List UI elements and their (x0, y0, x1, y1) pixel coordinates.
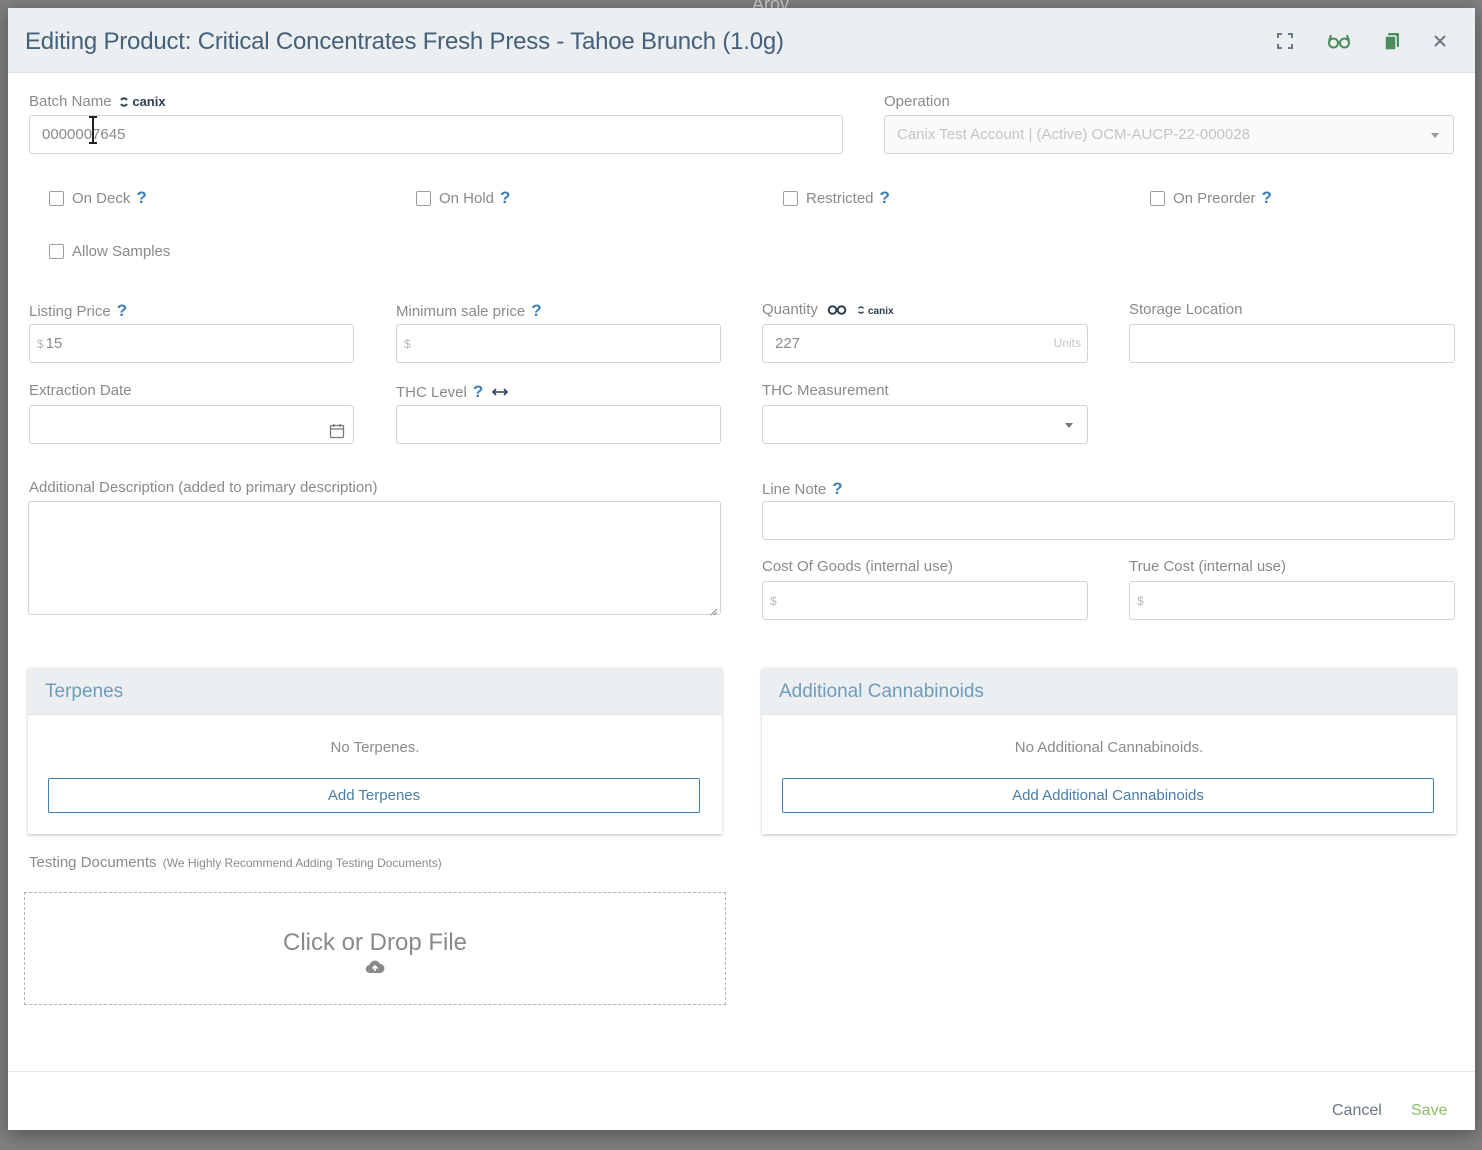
currency-prefix: $ (404, 337, 411, 351)
help-icon[interactable]: ? (880, 188, 890, 208)
checkbox-box[interactable] (49, 190, 64, 206)
on-hold-label: On Hold (439, 189, 495, 207)
terpenes-empty-text: No Terpenes. (330, 739, 420, 756)
operation-label: Operation (884, 93, 950, 110)
cancel-button[interactable]: Cancel (1332, 1102, 1382, 1120)
min-sale-price-input[interactable]: $ (396, 324, 721, 363)
currency-prefix: $ (770, 594, 777, 608)
link-icon[interactable] (827, 301, 851, 318)
help-icon[interactable]: ? (117, 301, 127, 320)
glasses-icon[interactable] (1327, 30, 1351, 52)
true-cost-label: True Cost (internal use) (1129, 558, 1287, 575)
batch-name-text: Batch Name (29, 93, 112, 110)
quantity-unit: Units (1053, 336, 1081, 350)
add-terpenes-button[interactable]: Add Terpenes (48, 778, 700, 813)
min-sale-price-label: Minimum sale price? (396, 301, 542, 321)
quantity-value: 227 (775, 335, 801, 352)
terpenes-panel: Terpenes No Terpenes. Add Terpenes (28, 668, 722, 834)
allow-samples-checkbox[interactable]: Allow Samples (49, 243, 170, 260)
operation-value: Canix Test Account | (Active) OCM-AUCP-2… (897, 126, 1250, 143)
extraction-date-input[interactable] (29, 405, 354, 444)
allow-samples-label: Allow Samples (72, 243, 171, 260)
cost-of-goods-label: Cost Of Goods (internal use) (762, 558, 953, 575)
cannabinoids-panel: Additional Cannabinoids No Additional Ca… (762, 668, 1456, 834)
copy-icon[interactable] (1381, 30, 1403, 52)
cannabinoids-title: Additional Cannabinoids (762, 668, 1456, 715)
line-note-input[interactable] (762, 501, 1455, 540)
testing-documents-label: Testing Documents (We Highly Recommend A… (29, 854, 442, 871)
on-preorder-label: On Preorder (1173, 189, 1256, 207)
quantity-text: Quantity (762, 301, 818, 318)
thc-level-input[interactable] (396, 405, 721, 444)
batch-name-input[interactable]: 0000007645 (29, 115, 843, 154)
help-icon[interactable]: ? (1262, 188, 1272, 208)
canix-logo-icon: canix (857, 306, 894, 317)
testing-documents-note: (We Highly Recommend Adding Testing Docu… (162, 856, 442, 870)
min-sale-price-text: Minimum sale price (396, 303, 526, 320)
canix-brand-text: canix (868, 306, 894, 317)
line-note-text: Line Note (762, 481, 827, 498)
file-dropzone[interactable]: Click or Drop File (24, 892, 726, 1005)
range-arrows-icon[interactable] (492, 384, 509, 401)
on-deck-label: On Deck (72, 189, 131, 207)
help-icon[interactable]: ? (473, 382, 483, 401)
batch-name-value: 0000007645 (42, 126, 126, 143)
help-icon[interactable]: ? (531, 301, 541, 320)
checkbox-box[interactable] (1150, 190, 1165, 206)
save-button[interactable]: Save (1411, 1102, 1447, 1120)
calendar-icon[interactable] (329, 416, 345, 443)
quantity-input[interactable]: 227 Units (762, 324, 1088, 363)
terpenes-title: Terpenes (28, 668, 722, 715)
thc-measurement-select[interactable] (762, 405, 1088, 444)
thc-level-text: THC Level (396, 384, 467, 401)
dropzone-text: Click or Drop File (282, 929, 468, 956)
storage-location-label: Storage Location (1129, 301, 1243, 318)
on-hold-checkbox[interactable]: On Hold ? (416, 188, 510, 208)
help-icon[interactable]: ? (136, 188, 146, 208)
modal-footer: Cancel Save (8, 1071, 1475, 1130)
restricted-checkbox[interactable]: Restricted ? (783, 188, 890, 208)
restricted-label: Restricted (806, 189, 874, 207)
additional-description-textarea[interactable] (28, 501, 721, 616)
cloud-upload-icon (365, 960, 385, 979)
thc-level-label: THC Level? (396, 382, 509, 402)
checkbox-box[interactable] (49, 244, 64, 259)
edit-product-modal: Editing Product: Critical Concentrates F… (8, 8, 1475, 1130)
listing-price-label: Listing Price? (29, 301, 127, 321)
canix-brand-text: canix (132, 94, 166, 109)
modal-title: Editing Product: Critical Concentrates F… (25, 28, 784, 55)
line-note-label: Line Note? (762, 479, 843, 499)
on-deck-checkbox[interactable]: On Deck ? (49, 188, 147, 208)
batch-name-label: Batch Name canix (29, 93, 166, 110)
quantity-label: Quantity canix (762, 301, 894, 318)
thc-measurement-label: THC Measurement (762, 382, 889, 399)
checkbox-box[interactable] (783, 190, 798, 206)
listing-price-input[interactable]: $15 (29, 324, 354, 363)
add-cannabinoids-button[interactable]: Add Additional Cannabinoids (782, 778, 1434, 813)
modal-header: Editing Product: Critical Concentrates F… (8, 8, 1475, 73)
canix-logo-icon: canix (119, 94, 166, 109)
on-preorder-checkbox[interactable]: On Preorder ? (1150, 188, 1272, 208)
additional-description-label: Additional Description (added to primary… (29, 479, 378, 496)
extraction-date-label: Extraction Date (29, 382, 132, 399)
chevron-down-icon (1065, 423, 1073, 428)
resize-handle-icon[interactable] (709, 603, 718, 616)
cannabinoids-empty-text: No Additional Cannabinoids. (1014, 739, 1204, 756)
help-icon[interactable]: ? (832, 479, 842, 498)
fullscreen-icon[interactable] (1274, 30, 1296, 52)
operation-select[interactable]: Canix Test Account | (Active) OCM-AUCP-2… (884, 115, 1454, 154)
storage-location-input[interactable] (1129, 324, 1455, 363)
true-cost-input[interactable]: $ (1129, 581, 1455, 620)
help-icon[interactable]: ? (500, 188, 510, 208)
testing-documents-text: Testing Documents (29, 854, 157, 871)
currency-prefix: $ (1137, 594, 1144, 608)
cost-of-goods-input[interactable]: $ (762, 581, 1088, 620)
close-icon[interactable] (1429, 30, 1451, 52)
listing-price-value: 15 (45, 335, 63, 352)
currency-prefix: $ (37, 337, 44, 351)
text-cursor-icon (87, 115, 99, 145)
checkbox-box[interactable] (416, 190, 431, 206)
listing-price-text: Listing Price (29, 303, 111, 320)
chevron-down-icon (1431, 133, 1439, 138)
